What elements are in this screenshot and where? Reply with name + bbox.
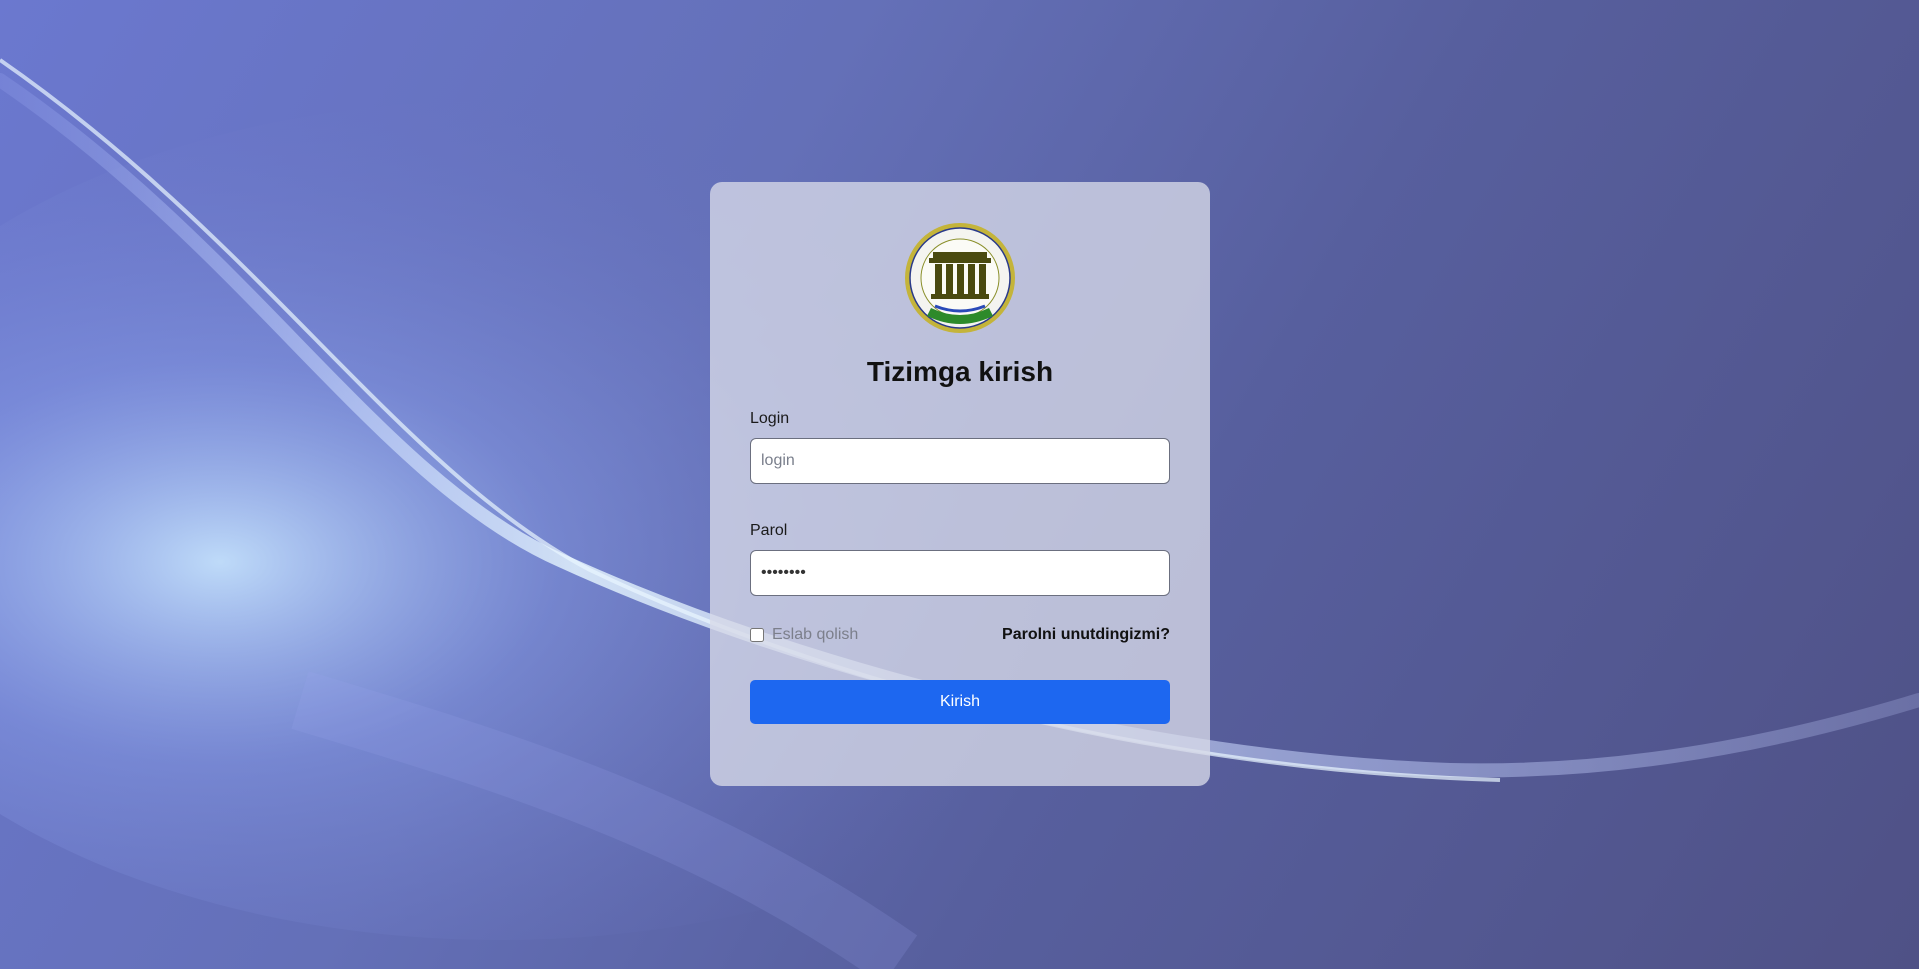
login-button[interactable]: Kirish <box>750 680 1170 724</box>
remember-checkbox[interactable] <box>750 628 764 642</box>
login-group: Login <box>750 410 1170 484</box>
university-seal-icon <box>905 223 1015 333</box>
remember-me[interactable]: Eslab qolish <box>750 626 858 644</box>
login-label: Login <box>750 410 790 427</box>
page-title: Tizimga kirish <box>866 356 1054 387</box>
password-input[interactable] <box>750 550 1170 596</box>
login-card: Tizimga kirish Login Parol Eslab qolish … <box>710 182 1210 786</box>
logo <box>750 222 1170 340</box>
password-label: Parol <box>750 522 788 539</box>
forgot-password-link[interactable]: Parolni unutdingizmi? <box>1002 626 1170 644</box>
login-input[interactable] <box>750 438 1170 484</box>
remember-label: Eslab qolish <box>772 626 859 643</box>
password-group: Parol <box>750 522 1170 596</box>
options-row: Eslab qolish Parolni unutdingizmi? <box>750 626 1170 644</box>
